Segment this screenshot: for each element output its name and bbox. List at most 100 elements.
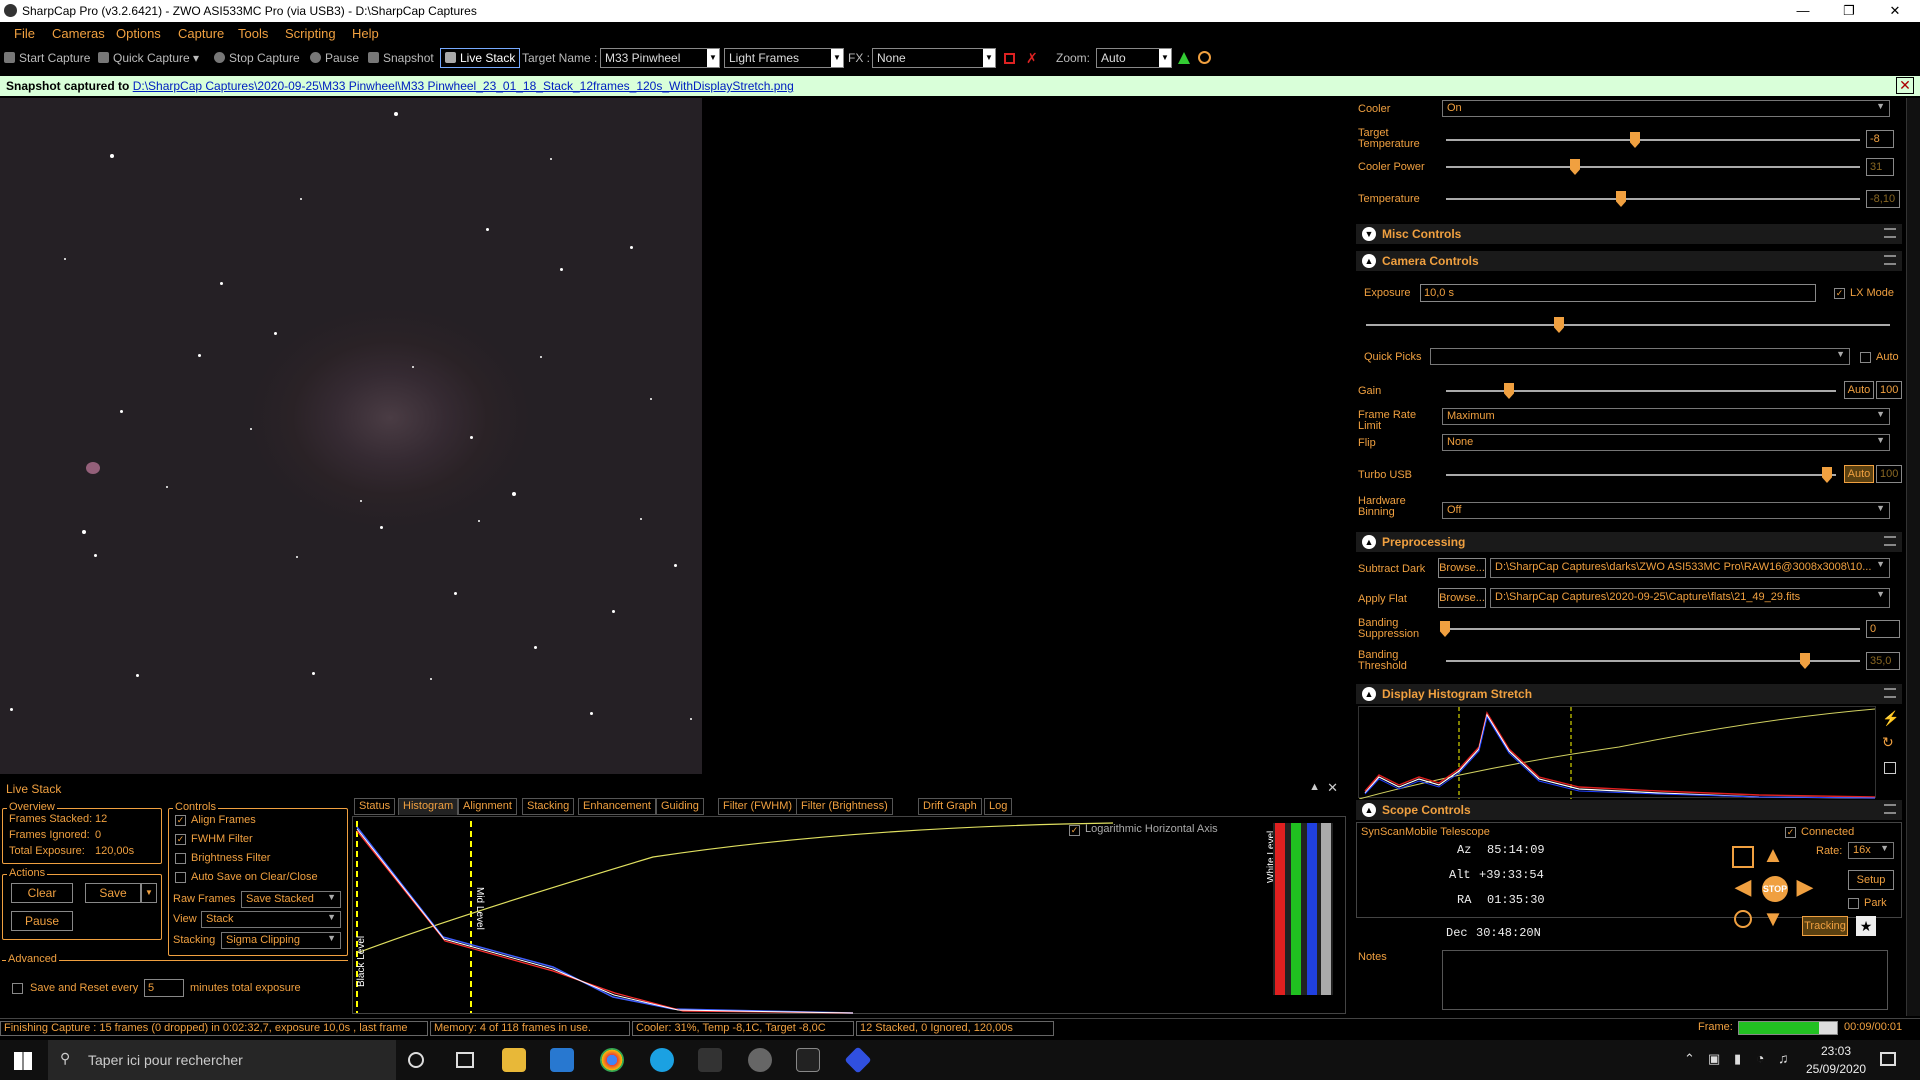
subtract-dark-select[interactable]: D:\SharpCap Captures\darks\ZWO ASI533MC …: [1490, 558, 1890, 578]
park-checkbox[interactable]: [1848, 898, 1859, 909]
west-arrow-button[interactable]: ◀: [1730, 874, 1756, 900]
tab-drift-graph[interactable]: Drift Graph: [918, 798, 982, 815]
hardware-binning-select[interactable]: Off ▼: [1442, 502, 1890, 519]
tab-guiding[interactable]: Guiding: [656, 798, 704, 815]
start-capture-button[interactable]: Start Capture: [4, 51, 90, 65]
settings-icon[interactable]: [1198, 51, 1211, 64]
file-explorer-icon[interactable]: [502, 1048, 526, 1072]
terminal-icon[interactable]: [796, 1048, 820, 1072]
right-scrollbar[interactable]: [1906, 98, 1920, 1016]
fwhm-filter-checkbox[interactable]: ✓: [175, 834, 186, 845]
menu-help[interactable]: Help: [352, 26, 379, 41]
quick-picks-select[interactable]: ▼: [1430, 348, 1850, 365]
tab-alignment[interactable]: Alignment: [458, 798, 517, 815]
lx-mode-checkbox[interactable]: ✓: [1834, 288, 1845, 299]
save-icon[interactable]: [1884, 762, 1896, 774]
setup-button[interactable]: Setup: [1848, 870, 1894, 890]
banding-threshold-slider[interactable]: [1446, 660, 1860, 662]
gain-thumb[interactable]: [1504, 383, 1514, 399]
pin-icon[interactable]: ▲: [1309, 781, 1320, 793]
minimize-button[interactable]: —: [1780, 0, 1826, 22]
tray-chevron-icon[interactable]: ⌃: [1684, 1051, 1695, 1067]
apply-flat-browse-button[interactable]: Browse...: [1438, 588, 1486, 608]
banding-suppression-slider[interactable]: [1446, 628, 1860, 630]
cooler-select[interactable]: On ▼: [1442, 100, 1890, 117]
save-reset-minutes-input[interactable]: 5: [144, 979, 184, 997]
apply-flat-select[interactable]: D:\SharpCap Captures\2020-09-25\Capture\…: [1490, 588, 1890, 608]
live-stack-histogram[interactable]: ✓ Logarithmic Horizontal Axis Black Leve…: [352, 816, 1346, 1014]
tab-filter-fwhm[interactable]: Filter (FWHM): [718, 798, 798, 815]
rate-select[interactable]: 16x ▼: [1848, 842, 1894, 859]
turbo-usb-auto-button[interactable]: Auto: [1844, 465, 1874, 483]
north-arrow-button[interactable]: ▲: [1760, 842, 1786, 868]
clock-date[interactable]: 25/09/2020: [1806, 1062, 1866, 1076]
subtract-dark-browse-button[interactable]: Browse...: [1438, 558, 1486, 578]
quick-capture-button[interactable]: Quick Capture ▾: [98, 51, 199, 65]
turbo-usb-thumb[interactable]: [1822, 467, 1832, 483]
target-temperature-thumb[interactable]: [1630, 132, 1640, 148]
exposure-input[interactable]: 10,0 s: [1420, 284, 1816, 302]
turbo-usb-slider[interactable]: [1446, 474, 1836, 476]
save-reset-checkbox[interactable]: [12, 983, 23, 994]
tab-log[interactable]: Log: [984, 798, 1013, 815]
gain-value[interactable]: 100: [1876, 381, 1902, 399]
misc-controls-header[interactable]: ▼ Misc Controls: [1356, 224, 1902, 244]
pause-stack-button[interactable]: Pause: [11, 911, 73, 931]
snapshot-button[interactable]: Snapshot: [368, 51, 434, 65]
app-icon[interactable]: [698, 1048, 722, 1072]
menu-options[interactable]: Options: [116, 26, 161, 41]
fx-select[interactable]: None ▼: [872, 48, 996, 68]
tab-enhancement[interactable]: Enhancement: [578, 798, 656, 815]
menu-icon[interactable]: [1884, 228, 1896, 238]
channel-sliders[interactable]: [1273, 823, 1333, 995]
south-arrow-button[interactable]: ▼: [1760, 906, 1786, 932]
save-options-chevron-icon[interactable]: ▼: [141, 883, 157, 903]
banding-threshold-value[interactable]: 35,0: [1866, 652, 1900, 670]
menu-icon[interactable]: [1884, 804, 1896, 814]
network-icon[interactable]: ◔: [1756, 1050, 1764, 1066]
live-stack-button[interactable]: Live Stack: [440, 48, 521, 68]
flip-select[interactable]: None ▼: [1442, 434, 1890, 451]
close-icon[interactable]: ✕: [1896, 77, 1914, 94]
mail-icon[interactable]: [550, 1048, 574, 1072]
stacking-select[interactable]: Sigma Clipping ▼: [221, 932, 341, 949]
cortana-icon[interactable]: [408, 1052, 424, 1068]
display-histogram-chart[interactable]: [1358, 706, 1876, 799]
goto-icon[interactable]: [1732, 846, 1754, 868]
stop-capture-button[interactable]: Stop Capture: [214, 51, 300, 65]
center-icon[interactable]: [1734, 910, 1752, 928]
target-temperature-slider[interactable]: [1446, 139, 1860, 141]
notifications-icon[interactable]: [1880, 1052, 1896, 1066]
auto-stretch-icon[interactable]: ⚡: [1882, 710, 1899, 727]
menu-scripting[interactable]: Scripting: [285, 26, 336, 41]
sharpcap-icon[interactable]: [748, 1048, 772, 1072]
app-cube-icon[interactable]: [844, 1046, 872, 1074]
battery-icon[interactable]: ▮: [1734, 1051, 1741, 1067]
edge-icon[interactable]: [650, 1048, 674, 1072]
windows-start-icon[interactable]: [14, 1052, 32, 1070]
stop-button[interactable]: STOP: [1762, 876, 1788, 902]
menu-icon[interactable]: [1884, 688, 1896, 698]
tab-status[interactable]: Status: [354, 798, 396, 815]
menu-icon[interactable]: [1884, 536, 1896, 546]
target-name-input[interactable]: M33 Pinwheel ▼: [600, 48, 720, 68]
task-view-icon[interactable]: [456, 1052, 474, 1068]
volume-icon[interactable]: ♫: [1778, 1050, 1789, 1066]
star-icon[interactable]: ★: [1856, 916, 1876, 936]
quick-picks-auto-checkbox[interactable]: [1860, 352, 1871, 363]
turbo-usb-value[interactable]: 100: [1876, 465, 1902, 483]
menu-file[interactable]: File: [14, 26, 35, 41]
notes-textarea[interactable]: [1442, 950, 1888, 1010]
reset-icon[interactable]: ↻: [1882, 734, 1894, 751]
banding-suppression-thumb[interactable]: [1440, 621, 1450, 637]
frame-rate-select[interactable]: Maximum ▼: [1442, 408, 1890, 425]
auto-save-checkbox[interactable]: [175, 872, 186, 883]
tab-histogram[interactable]: Histogram: [398, 798, 459, 815]
view-select[interactable]: Stack ▼: [201, 911, 341, 928]
gain-auto-button[interactable]: Auto: [1844, 381, 1874, 399]
banding-suppression-value[interactable]: 0: [1866, 620, 1900, 638]
pause-button[interactable]: Pause: [310, 51, 359, 65]
menu-cameras[interactable]: Cameras: [52, 26, 105, 41]
tab-stacking[interactable]: Stacking: [522, 798, 575, 815]
camera-controls-header[interactable]: ▲ Camera Controls: [1356, 251, 1902, 271]
